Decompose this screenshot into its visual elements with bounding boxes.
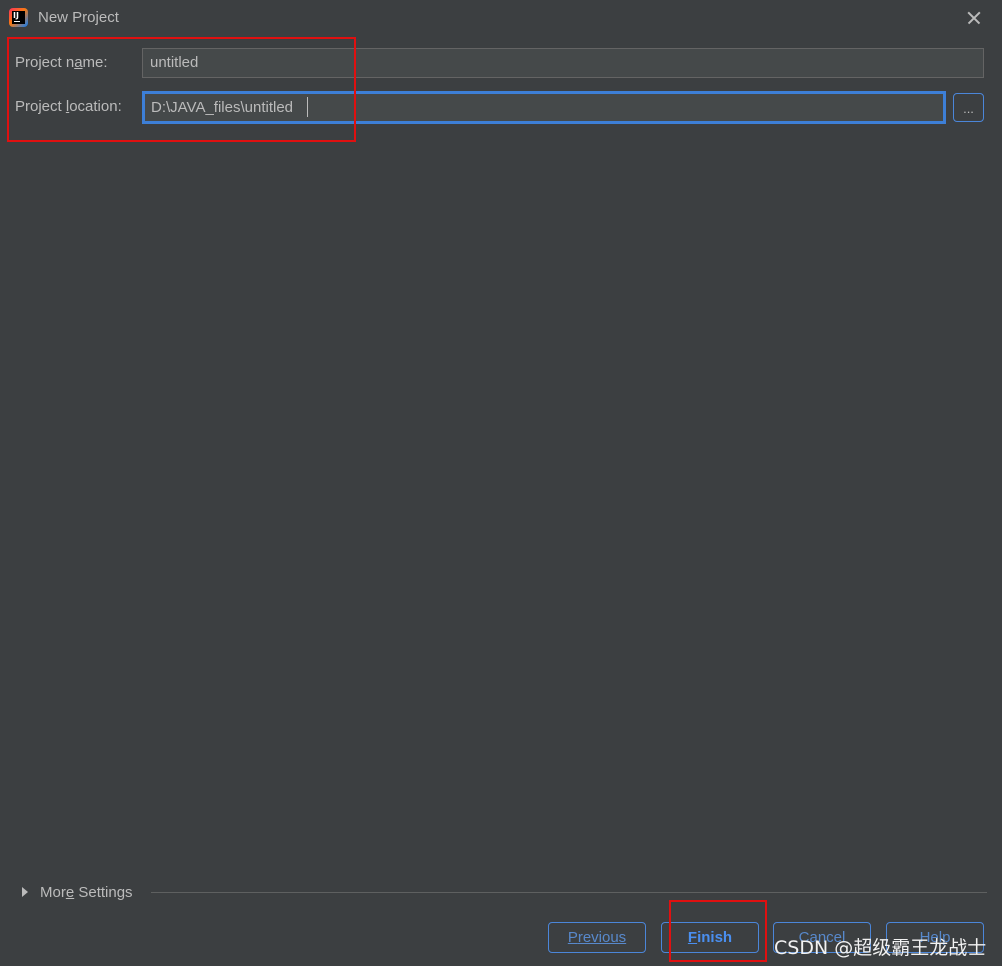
project-name-input[interactable]: untitled: [142, 48, 984, 78]
intellij-idea-icon: IJ: [9, 8, 28, 27]
expand-triangle-icon: [22, 887, 28, 897]
close-icon[interactable]: [964, 8, 984, 28]
project-location-label: Project location:: [15, 98, 122, 115]
window-title: New Project: [38, 9, 119, 26]
browse-button[interactable]: ...: [953, 93, 984, 122]
text-cursor: [307, 97, 308, 117]
project-location-input[interactable]: D:\JAVA_files\untitled: [142, 91, 946, 124]
project-name-label: Project name:: [15, 54, 108, 71]
help-button[interactable]: Help: [886, 922, 984, 953]
cancel-button[interactable]: Cancel: [773, 922, 871, 953]
previous-button[interactable]: Previous: [548, 922, 646, 953]
title-bar: IJ New Project: [0, 0, 1002, 36]
new-project-dialog: IJ New Project Project name: untitled Pr…: [0, 0, 1002, 966]
more-settings-label: More Settings: [40, 884, 133, 901]
more-settings-separator: [151, 892, 987, 893]
finish-button[interactable]: Finish: [661, 922, 759, 953]
